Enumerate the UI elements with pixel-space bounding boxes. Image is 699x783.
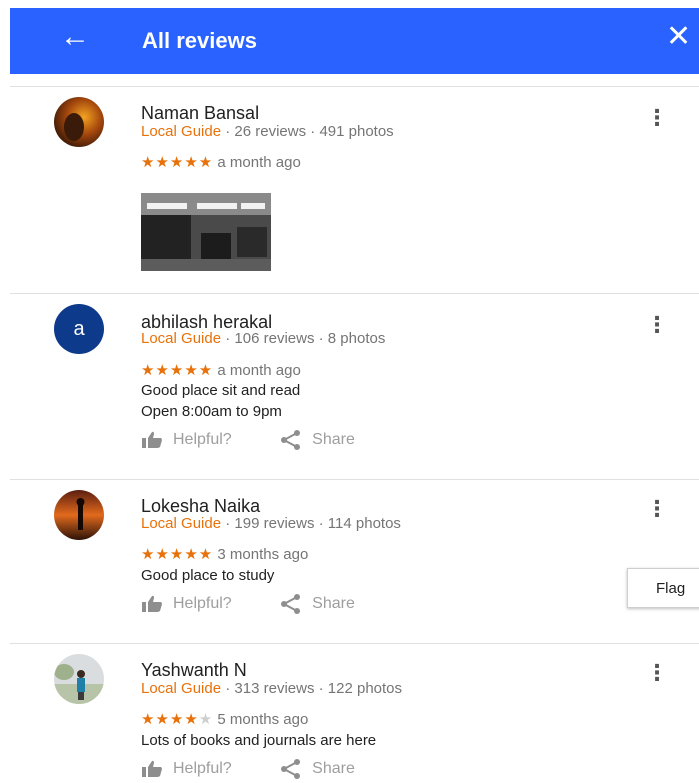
thumbs-up-icon [142, 595, 162, 612]
star-rating-icon: ★★★★★ [141, 711, 214, 728]
review-time: a month ago [217, 154, 301, 171]
back-arrow-icon[interactable]: ← [60, 22, 90, 52]
more-options-icon[interactable]: ⋮ [646, 107, 668, 129]
review-actions: Helpful? Share [141, 430, 355, 454]
review-time: 5 months ago [217, 711, 309, 728]
share-icon [281, 759, 301, 779]
review-rating: ★★★★★ 3 months ago [141, 545, 308, 563]
review-actions: Helpful? Share [141, 759, 355, 783]
avatar[interactable] [54, 97, 104, 147]
review-text: Good place sit and read Open 8:00am to 9… [141, 382, 301, 420]
page-title: All reviews [142, 28, 257, 53]
helpful-button[interactable]: Helpful? [141, 595, 232, 613]
reviews-count: 106 reviews [234, 330, 315, 347]
reviewer-meta: Local Guide · 106 reviews · 8 photos [141, 330, 386, 347]
review-text: Lots of books and journals are here [141, 732, 377, 749]
photos-count: 491 photos [319, 123, 394, 140]
share-icon [281, 594, 301, 614]
divider [10, 643, 699, 644]
avatar[interactable]: a [54, 304, 104, 354]
more-options-icon[interactable]: ⋮ [646, 314, 668, 336]
reviewer-name[interactable]: Lokesha Naika [141, 496, 260, 517]
reviews-count: 26 reviews [234, 123, 307, 140]
flag-menu-item[interactable]: Flag [627, 568, 699, 608]
review-rating: ★★★★★ a month ago [141, 361, 301, 379]
more-options-icon[interactable]: ⋮ [646, 498, 668, 520]
star-rating-icon: ★★★★★ [141, 546, 214, 563]
helpful-button[interactable]: Helpful? [141, 760, 232, 778]
divider [10, 479, 699, 480]
share-button[interactable]: Share [280, 430, 355, 450]
share-button[interactable]: Share [280, 759, 355, 779]
share-icon [281, 430, 301, 450]
more-options-icon[interactable]: ⋮ [646, 662, 668, 684]
review-time: a month ago [217, 362, 301, 379]
divider [10, 293, 699, 294]
review-photo[interactable] [141, 193, 271, 271]
share-button[interactable]: Share [280, 594, 355, 614]
review-text: Good place to study [141, 567, 275, 584]
review-actions: Helpful? Share [141, 594, 355, 618]
reviewer-name[interactable]: Yashwanth N [141, 660, 247, 681]
local-guide-badge: Local Guide [141, 680, 222, 697]
reviewer-meta: Local Guide · 199 reviews · 114 photos [141, 515, 401, 532]
reviewer-name[interactable]: Naman Bansal [141, 103, 259, 124]
photos-count: 122 photos [327, 680, 403, 697]
local-guide-badge: Local Guide [141, 515, 222, 532]
reviews-count: 199 reviews [234, 515, 315, 532]
thumbs-up-icon [142, 431, 162, 448]
star-rating-icon: ★★★★★ [141, 362, 214, 379]
reviewer-meta: Local Guide · 313 reviews · 122 photos [141, 680, 403, 697]
review-time: 3 months ago [217, 546, 309, 563]
local-guide-badge: Local Guide [141, 123, 222, 140]
local-guide-badge: Local Guide [141, 330, 222, 347]
divider [10, 86, 699, 87]
avatar[interactable] [54, 490, 104, 540]
photos-count: 8 photos [327, 330, 386, 347]
thumbs-up-icon [142, 760, 162, 777]
review-rating: ★★★★★ a month ago [141, 153, 301, 171]
app-bar: ← All reviews ✕ [10, 8, 699, 74]
reviewer-meta: Local Guide · 26 reviews · 491 photos [141, 123, 394, 140]
reviews-count: 313 reviews [234, 680, 315, 697]
helpful-button[interactable]: Helpful? [141, 431, 232, 449]
star-rating-icon: ★★★★★ [141, 154, 214, 171]
avatar[interactable] [54, 654, 104, 704]
photos-count: 114 photos [327, 515, 401, 532]
review-rating: ★★★★★ 5 months ago [141, 710, 308, 728]
close-icon[interactable]: ✕ [666, 22, 691, 52]
